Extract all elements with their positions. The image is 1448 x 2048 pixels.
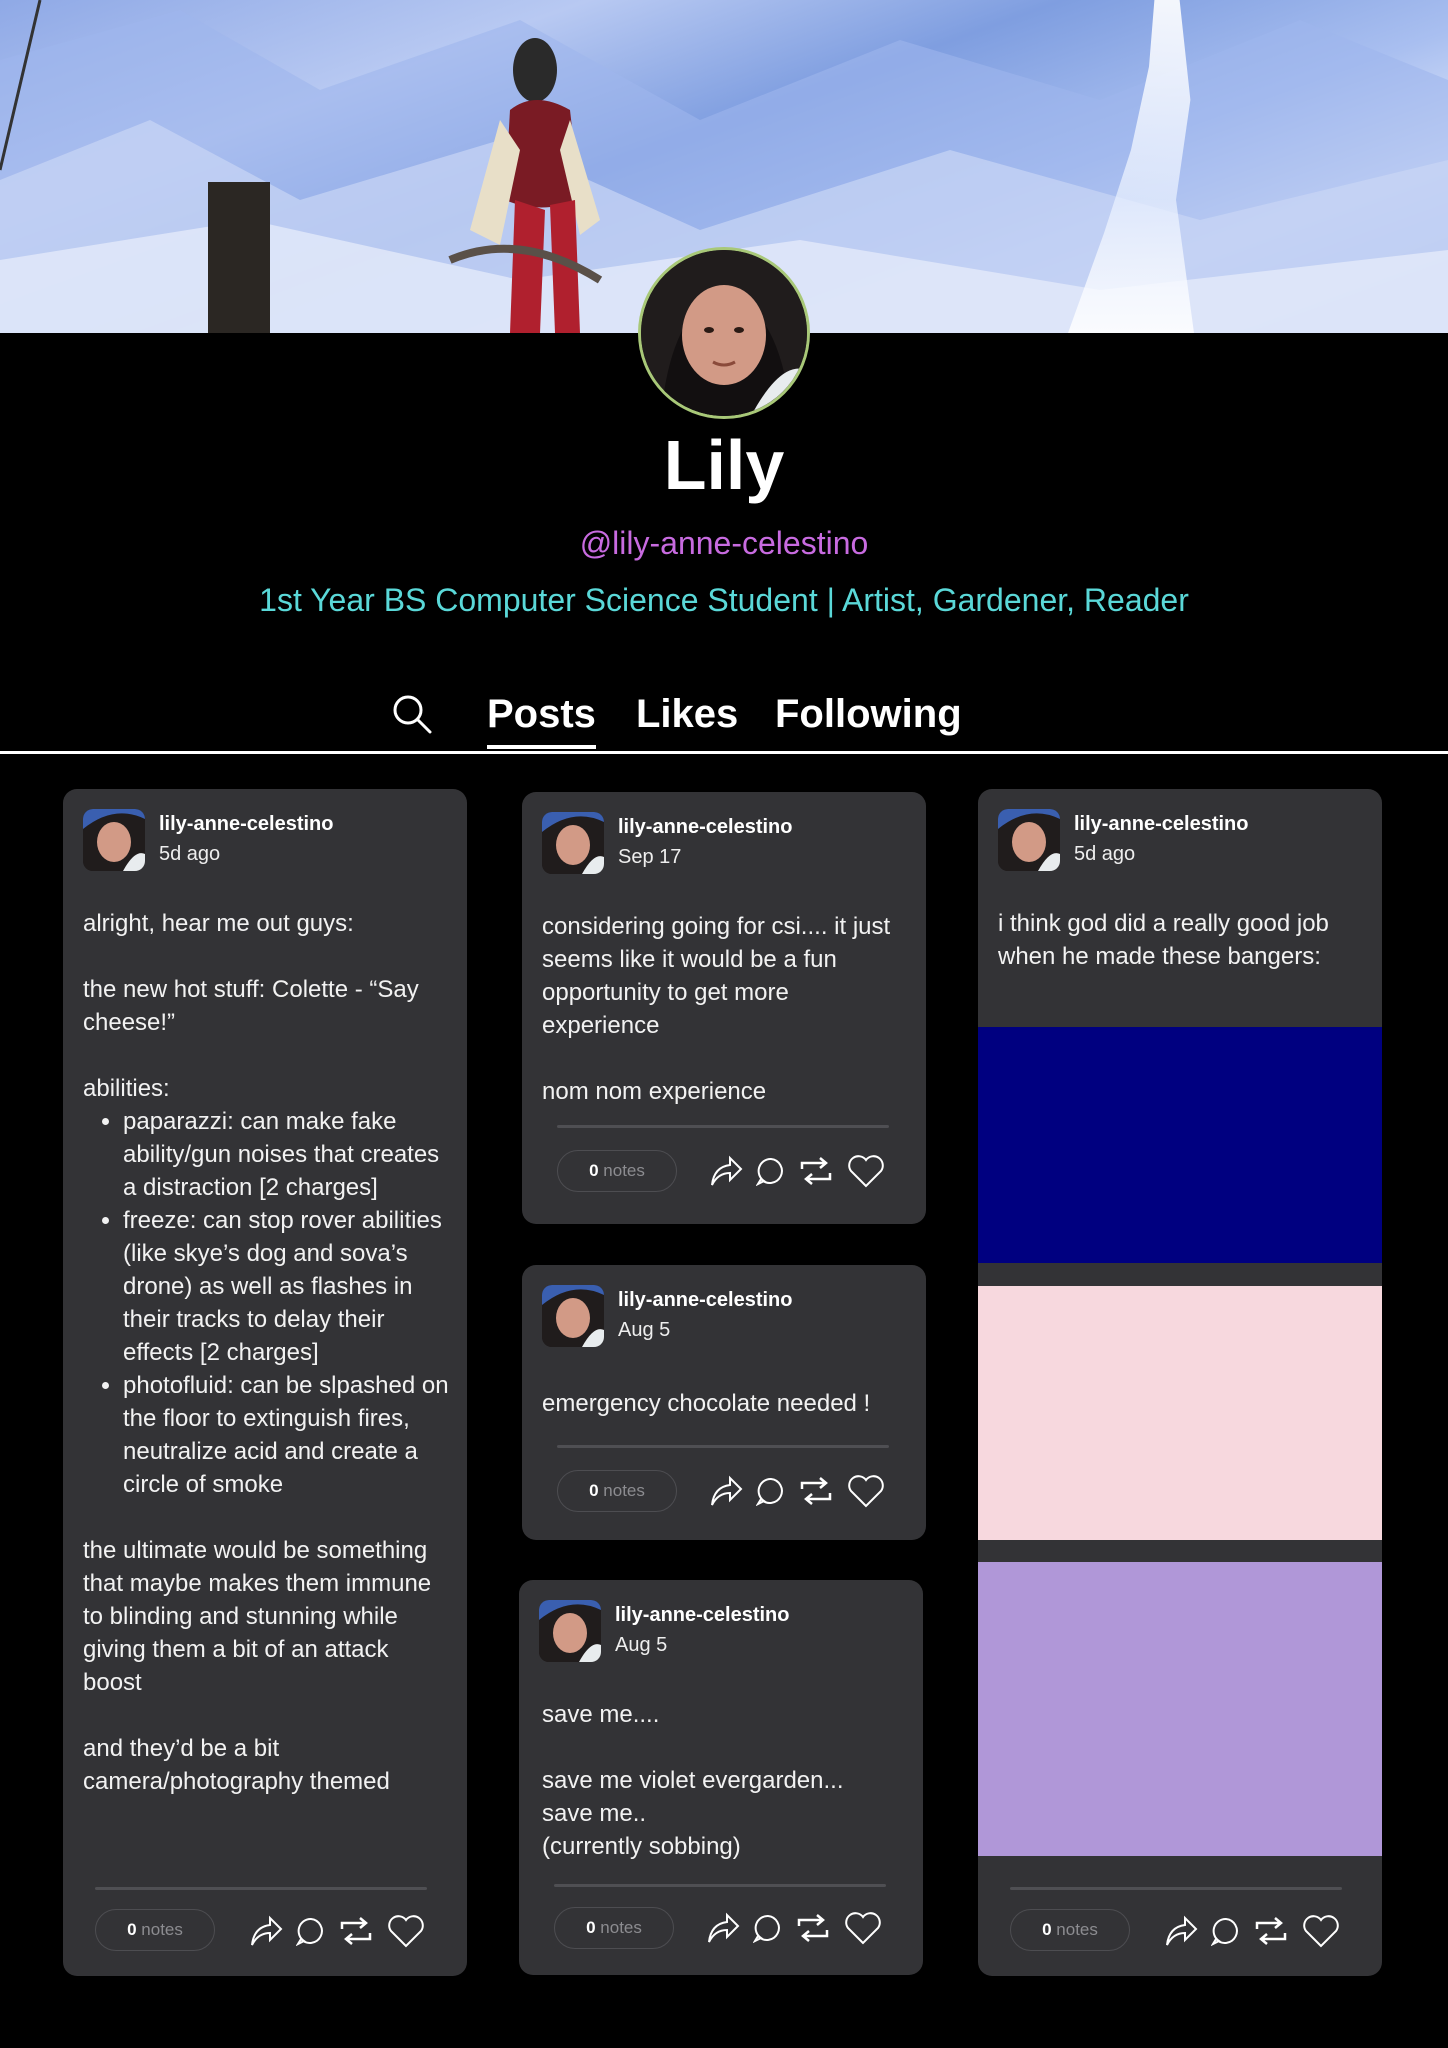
post-date[interactable]: 5d ago bbox=[1074, 843, 1135, 866]
post-avatar[interactable] bbox=[539, 1600, 601, 1662]
tab-likes[interactable]: Likes bbox=[636, 692, 738, 737]
share-icon[interactable] bbox=[248, 1913, 284, 1949]
divider bbox=[557, 1445, 889, 1448]
post-actions bbox=[708, 1151, 886, 1191]
post-card[interactable]: lily-anne-celestino Aug 5 emergency choc… bbox=[522, 1265, 926, 1540]
post-card[interactable]: lily-anne-celestino Aug 5 save me.... sa… bbox=[519, 1580, 923, 1975]
post-text: nom nom experience bbox=[542, 1078, 767, 1105]
post-username[interactable]: lily-anne-celestino bbox=[618, 816, 793, 839]
tab-following[interactable]: Following bbox=[775, 692, 962, 737]
post-avatar[interactable] bbox=[998, 809, 1060, 871]
post-text: emergency chocolate needed ! bbox=[542, 1390, 871, 1417]
like-icon[interactable] bbox=[386, 1913, 426, 1949]
reply-icon[interactable] bbox=[756, 1476, 786, 1506]
reply-icon[interactable] bbox=[756, 1156, 786, 1186]
post-date[interactable]: 5d ago bbox=[159, 843, 220, 866]
post-text: save me.... bbox=[542, 1701, 660, 1728]
post-username[interactable]: lily-anne-celestino bbox=[1074, 813, 1249, 836]
profile-bio: 1st Year BS Computer Science Student | A… bbox=[259, 582, 1189, 618]
list-item: photofluid: can be slpashed on the floor… bbox=[123, 1369, 453, 1501]
post-card[interactable]: lily-anne-celestino 5d ago i think god d… bbox=[978, 789, 1382, 1976]
notes-count[interactable]: 0 notes bbox=[554, 1907, 674, 1949]
color-swatch-pink[interactable] bbox=[978, 1286, 1382, 1540]
notes-count[interactable]: 0 notes bbox=[557, 1470, 677, 1512]
share-icon[interactable] bbox=[1163, 1913, 1199, 1949]
list-item: freeze: can stop rover abilities (like s… bbox=[123, 1204, 453, 1369]
divider bbox=[554, 1884, 886, 1887]
profile-handle[interactable]: @lily-anne-celestino bbox=[0, 525, 1448, 562]
notes-count[interactable]: 0 notes bbox=[1010, 1909, 1130, 1951]
post-text: save me.. bbox=[542, 1800, 647, 1827]
like-icon[interactable] bbox=[1301, 1913, 1341, 1949]
divider bbox=[95, 1887, 427, 1890]
wooden-post bbox=[208, 182, 270, 333]
reblog-icon[interactable] bbox=[795, 1912, 831, 1944]
post-list: paparazzi: can make fake ability/gun noi… bbox=[123, 1105, 453, 1501]
like-icon[interactable] bbox=[846, 1473, 886, 1509]
color-swatch-lavender[interactable] bbox=[978, 1562, 1382, 1856]
post-body: alright, hear me out guys: the new hot s… bbox=[83, 907, 453, 1831]
reply-icon[interactable] bbox=[296, 1916, 326, 1946]
post-avatar[interactable] bbox=[542, 812, 604, 874]
tab-posts[interactable]: Posts bbox=[487, 692, 596, 749]
post-username[interactable]: lily-anne-celestino bbox=[159, 813, 334, 836]
post-text: alright, hear me out guys: bbox=[83, 910, 354, 937]
divider bbox=[557, 1125, 889, 1128]
post-text: considering going for csi.... it just se… bbox=[542, 913, 891, 1039]
character-figure bbox=[448, 38, 603, 333]
post-text: save me violet evergarden... bbox=[542, 1767, 844, 1794]
post-text: and they’d be a bit camera/photography t… bbox=[83, 1735, 390, 1795]
post-text: the new hot stuff: Colette - “Say cheese… bbox=[83, 976, 419, 1036]
post-text: abilities: bbox=[83, 1075, 170, 1102]
post-text: i think god did a really good job when h… bbox=[998, 910, 1329, 970]
reply-icon[interactable] bbox=[1211, 1916, 1241, 1946]
profile-avatar[interactable] bbox=[638, 247, 810, 419]
notes-count[interactable]: 0 notes bbox=[557, 1150, 677, 1192]
profile-tabs: Posts Likes Following bbox=[0, 680, 1448, 754]
reblog-icon[interactable] bbox=[1253, 1915, 1289, 1947]
reblog-icon[interactable] bbox=[338, 1915, 374, 1947]
like-icon[interactable] bbox=[843, 1910, 883, 1946]
reply-icon[interactable] bbox=[753, 1913, 783, 1943]
share-icon[interactable] bbox=[708, 1153, 744, 1189]
like-icon[interactable] bbox=[846, 1153, 886, 1189]
post-username[interactable]: lily-anne-celestino bbox=[618, 1289, 793, 1312]
share-icon[interactable] bbox=[708, 1473, 744, 1509]
post-date[interactable]: Aug 5 bbox=[618, 1319, 670, 1342]
post-text: the ultimate would be something that may… bbox=[83, 1537, 432, 1696]
post-body: emergency chocolate needed ! bbox=[542, 1387, 912, 1420]
post-card[interactable]: lily-anne-celestino Sep 17 considering g… bbox=[522, 792, 926, 1224]
post-avatar[interactable] bbox=[542, 1285, 604, 1347]
post-body: considering going for csi.... it just se… bbox=[542, 910, 912, 1108]
post-actions bbox=[248, 1911, 426, 1951]
post-username[interactable]: lily-anne-celestino bbox=[615, 1604, 790, 1627]
notes-count[interactable]: 0 notes bbox=[95, 1909, 215, 1951]
post-date[interactable]: Aug 5 bbox=[615, 1634, 667, 1657]
reblog-icon[interactable] bbox=[798, 1155, 834, 1187]
post-body: i think god did a really good job when h… bbox=[998, 907, 1368, 973]
post-actions bbox=[705, 1908, 883, 1948]
post-card[interactable]: lily-anne-celestino 5d ago alright, hear… bbox=[63, 789, 467, 1976]
color-swatch-navy[interactable] bbox=[978, 1027, 1382, 1263]
post-body: save me.... save me violet evergarden...… bbox=[542, 1698, 912, 1863]
post-date[interactable]: Sep 17 bbox=[618, 846, 681, 869]
post-text: (currently sobbing) bbox=[542, 1833, 741, 1860]
divider bbox=[1010, 1887, 1342, 1890]
list-item: paparazzi: can make fake ability/gun noi… bbox=[123, 1105, 453, 1204]
post-actions bbox=[1163, 1911, 1341, 1951]
profile-name: Lily bbox=[663, 426, 785, 504]
post-actions bbox=[708, 1471, 886, 1511]
share-icon[interactable] bbox=[705, 1910, 741, 1946]
reblog-icon[interactable] bbox=[798, 1475, 834, 1507]
search-icon[interactable] bbox=[392, 694, 432, 734]
post-avatar[interactable] bbox=[83, 809, 145, 871]
